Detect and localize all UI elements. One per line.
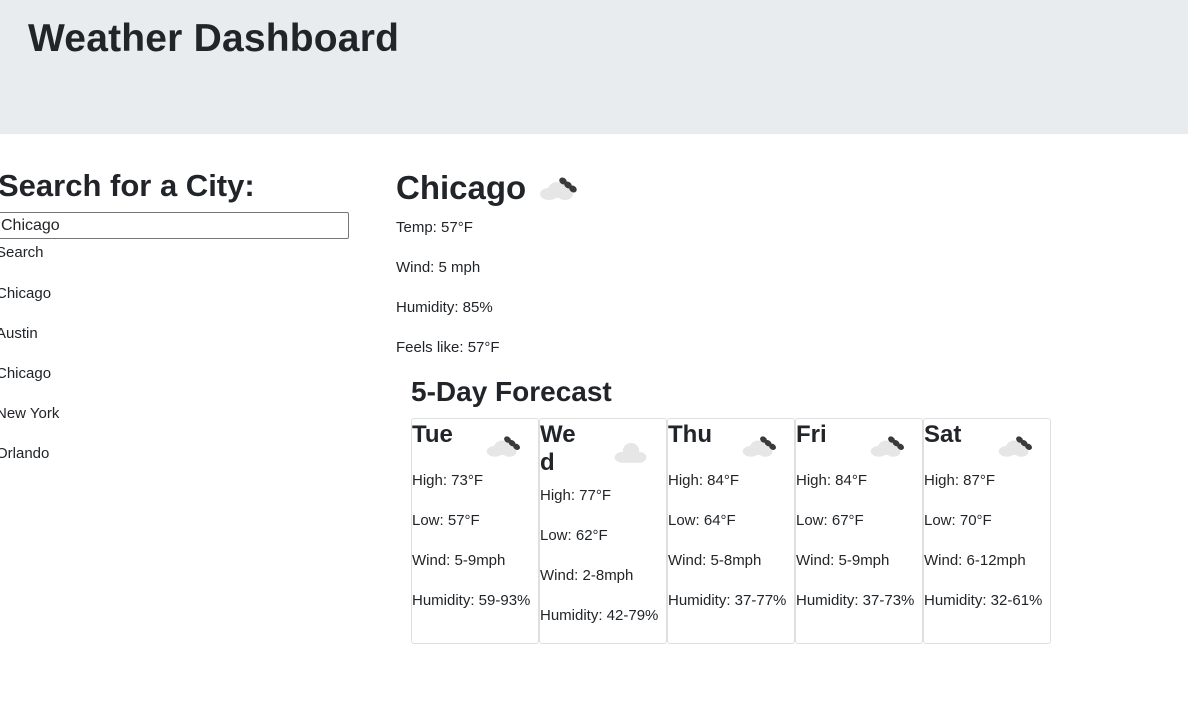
forecast-title: 5-Day Forecast (411, 376, 612, 407)
forecast-low: Low: 57°F (412, 512, 480, 529)
cloudy-rain-icon (996, 431, 1034, 464)
search-button[interactable]: Search (0, 244, 44, 261)
search-heading: Search for a City: (0, 168, 255, 203)
cloudy-rain-icon (484, 431, 522, 464)
forecast-cards: Tue High: 73°F Low: 57°F Wind: 5-9mph Hu… (411, 418, 1051, 644)
forecast-day: Tue (412, 421, 453, 448)
forecast-humidity: Humidity: 59-93% (412, 592, 531, 609)
cloud-icon (612, 437, 650, 470)
forecast-card: Thu High: 84°F Low: 64°F Wind: 5-8mph Hu… (667, 418, 795, 644)
city-search-input[interactable] (0, 212, 349, 239)
page-header: Weather Dashboard (0, 0, 1188, 134)
forecast-wind: Wind: 5-9mph (412, 552, 506, 569)
forecast-humidity: Humidity: 42-79% (540, 607, 659, 624)
forecast-low: Low: 62°F (540, 527, 608, 544)
current-city-name: Chicago (396, 168, 527, 206)
history-item[interactable]: Orlando (0, 444, 59, 484)
history-item[interactable]: Chicago (0, 364, 59, 404)
forecast-high: High: 87°F (924, 472, 996, 489)
forecast-day: Sat (924, 421, 962, 448)
current-stats: Temp: 57°F Wind: 5 mph Humidity: 85% Fee… (396, 218, 696, 378)
forecast-low: Low: 67°F (796, 512, 864, 529)
forecast-wind: Wind: 2-8mph (540, 567, 634, 584)
forecast-humidity: Humidity: 37-73% (796, 592, 915, 609)
cloudy-rain-icon (868, 431, 906, 464)
search-history-list: Chicago Austin Chicago New York Orlando (0, 284, 59, 484)
forecast-low: Low: 64°F (668, 512, 736, 529)
page-title: Weather Dashboard (28, 17, 400, 60)
forecast-card: Sat High: 87°F Low: 70°F Wind: 6-12mph H… (923, 418, 1051, 644)
forecast-day: Thu (668, 421, 712, 448)
cloudy-rain-icon (740, 431, 778, 464)
current-feels-like: Feels like: 57°F (396, 339, 500, 356)
forecast-wind: Wind: 5-8mph (668, 552, 762, 569)
forecast-card: Tue High: 73°F Low: 57°F Wind: 5-9mph Hu… (411, 418, 539, 644)
current-wind: Wind: 5 mph (396, 259, 481, 276)
forecast-humidity: Humidity: 37-77% (668, 592, 787, 609)
forecast-high: High: 84°F (796, 472, 868, 489)
forecast-day: Wed (540, 421, 576, 476)
forecast-wind: Wind: 6-12mph (924, 552, 1026, 569)
current-temp: Temp: 57°F (396, 219, 473, 236)
history-item[interactable]: Chicago (0, 284, 59, 324)
forecast-card: Fri High: 84°F Low: 67°F Wind: 5-9mph Hu… (795, 418, 923, 644)
cloudy-rain-icon (537, 172, 579, 207)
forecast-card: Wed High: 77°F Low: 62°F Wind: 2-8mph Hu… (539, 418, 667, 644)
forecast-high: High: 84°F (668, 472, 740, 489)
current-weather: Chicago Temp: 57°F Wind: 5 mph Humidity:… (396, 168, 579, 356)
history-item[interactable]: New York (0, 404, 59, 444)
forecast-wind: Wind: 5-9mph (796, 552, 890, 569)
history-item[interactable]: Austin (0, 324, 59, 364)
forecast-day: Fri (796, 421, 827, 448)
current-humidity: Humidity: 85% (396, 299, 493, 316)
search-panel: Search for a City: Search Chicago Austin… (0, 168, 360, 462)
forecast-high: High: 73°F (412, 472, 484, 489)
forecast-high: High: 77°F (540, 487, 612, 504)
forecast-low: Low: 70°F (924, 512, 992, 529)
forecast-humidity: Humidity: 32-61% (924, 592, 1043, 609)
